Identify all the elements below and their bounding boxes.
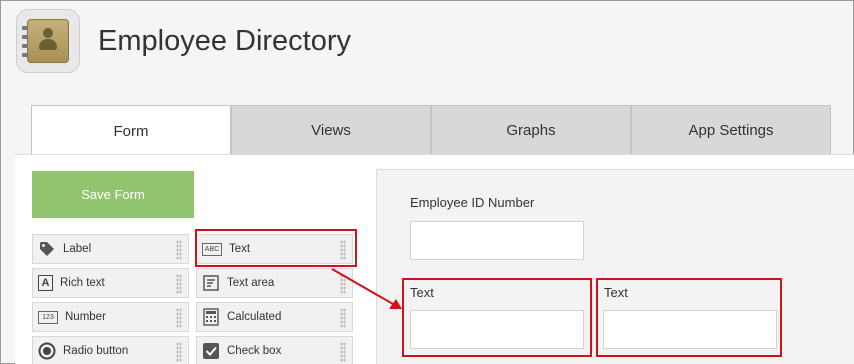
drag-arrow-icon xyxy=(331,268,402,309)
